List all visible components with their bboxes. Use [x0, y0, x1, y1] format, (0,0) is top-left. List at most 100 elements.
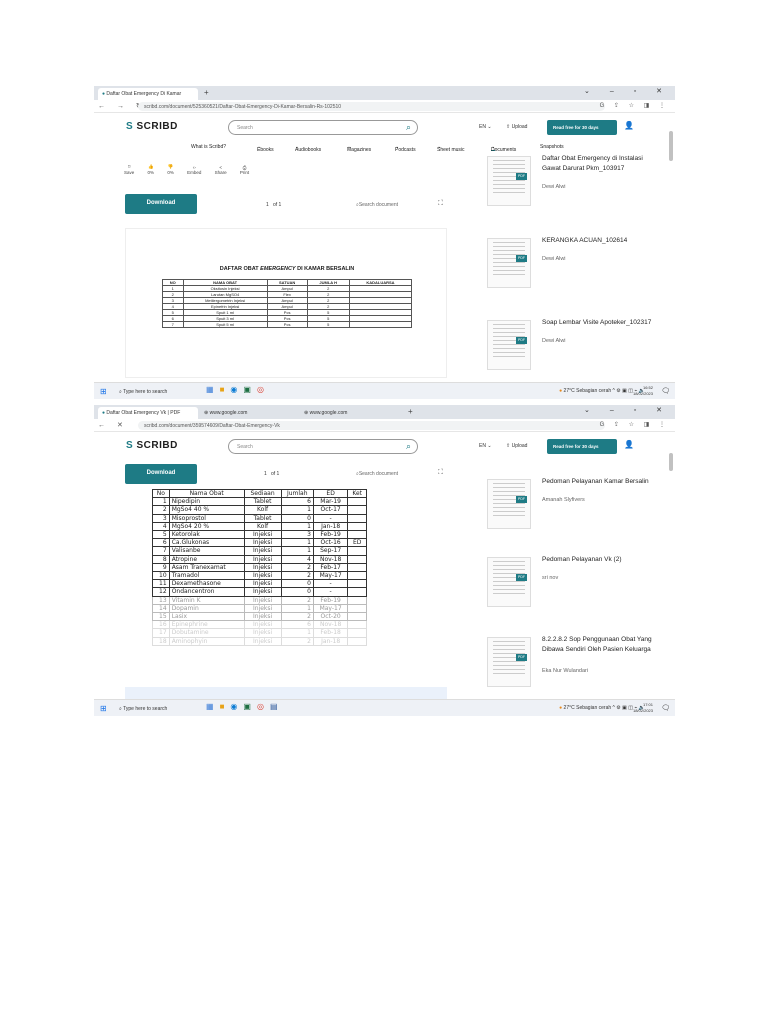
related-document-card[interactable]: PDF KERANGKA ACUAN_102614 Dewi Alwi — [487, 236, 662, 298]
table-row: 11 Dexamethasone Injeksi 0- — [152, 579, 367, 589]
nav-ebooks[interactable]: Ebooks ⌄ — [257, 144, 274, 153]
read-free-button[interactable]: Read free for 30 days — [547, 439, 617, 454]
window-controls[interactable]: ⌄ – ▫ ✕ — [584, 87, 671, 95]
nav-magazines[interactable]: Magazines ⌄ — [347, 144, 371, 153]
related-document-card[interactable]: PDF 8.2.2.8.2 Sop Penggunaan Obat Yang Di… — [487, 635, 662, 697]
related-document-author[interactable]: sri nov — [542, 575, 558, 581]
upload-button[interactable]: ⇧ Upload — [506, 443, 527, 449]
browser-tab[interactable]: ● Daftar Obat Emergency Vk | PDF — [98, 407, 198, 419]
nav-what-is-scribd[interactable]: What is Scribd? — [191, 144, 226, 150]
scrollbar[interactable] — [669, 453, 673, 471]
table-cell: 6 — [280, 620, 314, 630]
download-button[interactable]: Download — [125, 194, 197, 214]
browser-tab[interactable]: ● Daftar Obat Emergency Di Kamar — [98, 88, 198, 100]
nav-snapshots[interactable]: Snapshots — [540, 144, 564, 150]
table-row: 15 Lasix Injeksi 2 Oct-20 — [152, 612, 367, 622]
new-tab-button[interactable]: + — [408, 407, 413, 416]
upload-button[interactable]: ⇧ Upload — [506, 124, 527, 130]
table-cell: - — [312, 513, 349, 523]
url-field[interactable]: scribd.com/document/359574609/Daftar-Oba… — [138, 421, 605, 430]
dislike-action[interactable]: 👎 0% — [167, 164, 180, 175]
related-document-author[interactable]: Amanah Slyfivers — [542, 497, 585, 503]
related-document-title[interactable]: Pedoman Pelayanan Kamar Bersalin — [542, 477, 657, 487]
user-icon[interactable]: 👤 — [624, 440, 634, 449]
taskbar-search[interactable]: ⌕ Type here to search — [114, 703, 204, 714]
upload-label: Upload — [511, 443, 528, 449]
page-indicator[interactable]: 1 of 1 — [264, 471, 279, 477]
browser-toolbar-icons[interactable]: G ⇪ ☆ ◨ ⋮ — [600, 421, 669, 428]
page-indicator[interactable]: 1 of 1 — [266, 202, 281, 208]
browser-toolbar-icons[interactable]: G ⇪ ☆ ◨ ⋮ — [600, 102, 669, 109]
chrome-icon: ◎ — [256, 702, 270, 711]
fullscreen-icon[interactable]: ⛶ — [438, 200, 443, 208]
table-row: 7 Spuit 5 ml Pcs 5 — [162, 321, 413, 328]
table-cell: 0 — [280, 587, 314, 597]
table-cell — [347, 595, 367, 605]
table-cell: Feb-19 — [312, 530, 349, 540]
browser-tab[interactable]: ⊕ www.google.com — [200, 407, 298, 419]
browser-tab[interactable]: ⊕ www.google.com — [300, 407, 398, 419]
related-document-author[interactable]: Dewi Alwi — [542, 338, 566, 344]
taskbar-apps[interactable]: ▦■◉▣◎▤ — [206, 702, 284, 711]
related-document-title[interactable]: Soap Lembar Visite Apoteker_102317 — [542, 318, 657, 328]
new-tab-button[interactable]: + — [204, 88, 209, 97]
nav-buttons[interactable]: ← ✕ — [98, 421, 128, 429]
save-action[interactable]: ⌑ Save — [124, 164, 140, 175]
search-input[interactable]: Search ⌕ — [228, 120, 418, 135]
related-document-card[interactable]: PDF Pedoman Pelayanan Kamar Bersalin Amana… — [487, 477, 662, 539]
thumbnail-line — [493, 332, 525, 333]
search-input[interactable]: Search ⌕ — [228, 439, 418, 454]
url-field[interactable]: scribd.com/document/525360521/Daftar-Oba… — [138, 102, 605, 111]
related-document-author[interactable]: Dewi Alwi — [542, 256, 566, 262]
user-icon[interactable]: 👤 — [624, 121, 634, 130]
clock[interactable]: 17:01 18/02/2023 — [633, 702, 653, 714]
search-icon[interactable]: ⌕ — [406, 122, 411, 133]
search-icon[interactable]: ⌕ — [406, 441, 411, 452]
related-document-card[interactable]: PDF Pedoman Pelayanan Vk (2) sri nov — [487, 555, 662, 617]
nav-sheet-music[interactable]: Sheet music ⌄ — [437, 144, 465, 153]
action-label: Embed — [187, 170, 202, 175]
nav-podcasts[interactable]: Podcasts ⌄ — [395, 144, 416, 153]
download-button[interactable]: Download — [125, 464, 197, 484]
thumbnail-line — [493, 274, 525, 275]
table-cell: Injeksi — [243, 587, 282, 597]
scrollbar[interactable] — [669, 131, 673, 161]
table-cell: Injeksi — [243, 612, 282, 622]
fullscreen-icon[interactable]: ⛶ — [438, 469, 443, 477]
related-document-title[interactable]: 8.2.2.8.2 Sop Penggunaan Obat Yang Dibaw… — [542, 635, 657, 655]
print-action[interactable]: ⎙ Print — [240, 165, 255, 175]
windows-start-icon[interactable]: ⊞ — [100, 704, 107, 713]
scribd-logo[interactable]: S SCRIBD — [126, 121, 178, 132]
nav-label: Audiobooks — [295, 147, 322, 153]
read-free-button[interactable]: Read free for 30 days — [547, 120, 617, 135]
document-search[interactable]: ⌕Search document — [356, 202, 398, 208]
nav-documents[interactable]: Documents ⌄ — [491, 144, 516, 153]
related-document-author[interactable]: Eka Nur Wulandari — [542, 668, 588, 674]
taskbar-search[interactable]: ⌕ Type here to search — [114, 386, 204, 397]
taskbar-apps[interactable]: ▦■◉▣◎ — [206, 385, 270, 394]
window-controls[interactable]: ⌄ – ▫ ✕ — [584, 406, 671, 414]
clock[interactable]: 16:52 18/02/2023 — [633, 385, 653, 397]
notification-icon[interactable]: 🗨 — [661, 387, 670, 395]
language-select[interactable]: EN ⌄ — [479, 124, 492, 130]
globe-icon: ⊕ — [204, 410, 209, 416]
windows-start-icon[interactable]: ⊞ — [100, 387, 107, 396]
scribd-logo[interactable]: S SCRIBD — [126, 440, 178, 451]
notification-icon[interactable]: 🗨 — [661, 704, 670, 712]
related-document-title[interactable]: KERANGKA ACUAN_102614 — [542, 236, 657, 246]
embed-action[interactable]: ‹› Embed — [187, 165, 207, 175]
table-cell — [347, 603, 367, 614]
related-document-author[interactable]: Dewi Alwi — [542, 184, 566, 190]
upload-label: Upload — [511, 124, 528, 130]
language-select[interactable]: EN ⌄ — [479, 443, 492, 449]
related-document-card[interactable]: PDF Daftar Obat Emergency di Instalasi Ga… — [487, 154, 662, 216]
table-cell: 2 — [280, 562, 314, 573]
share-action[interactable]: < Share — [215, 165, 233, 175]
table-cell: 11 — [152, 579, 170, 589]
related-document-title[interactable]: Pedoman Pelayanan Vk (2) — [542, 555, 657, 565]
related-document-card[interactable]: PDF Soap Lembar Visite Apoteker_102317 Dew… — [487, 318, 662, 380]
nav-audiobooks[interactable]: Audiobooks ⌄ — [295, 144, 321, 153]
document-search[interactable]: ⌕Search document — [356, 471, 398, 477]
like-action[interactable]: 👍 0% — [148, 164, 161, 175]
related-document-title[interactable]: Daftar Obat Emergency di Instalasi Gawat… — [542, 154, 657, 174]
